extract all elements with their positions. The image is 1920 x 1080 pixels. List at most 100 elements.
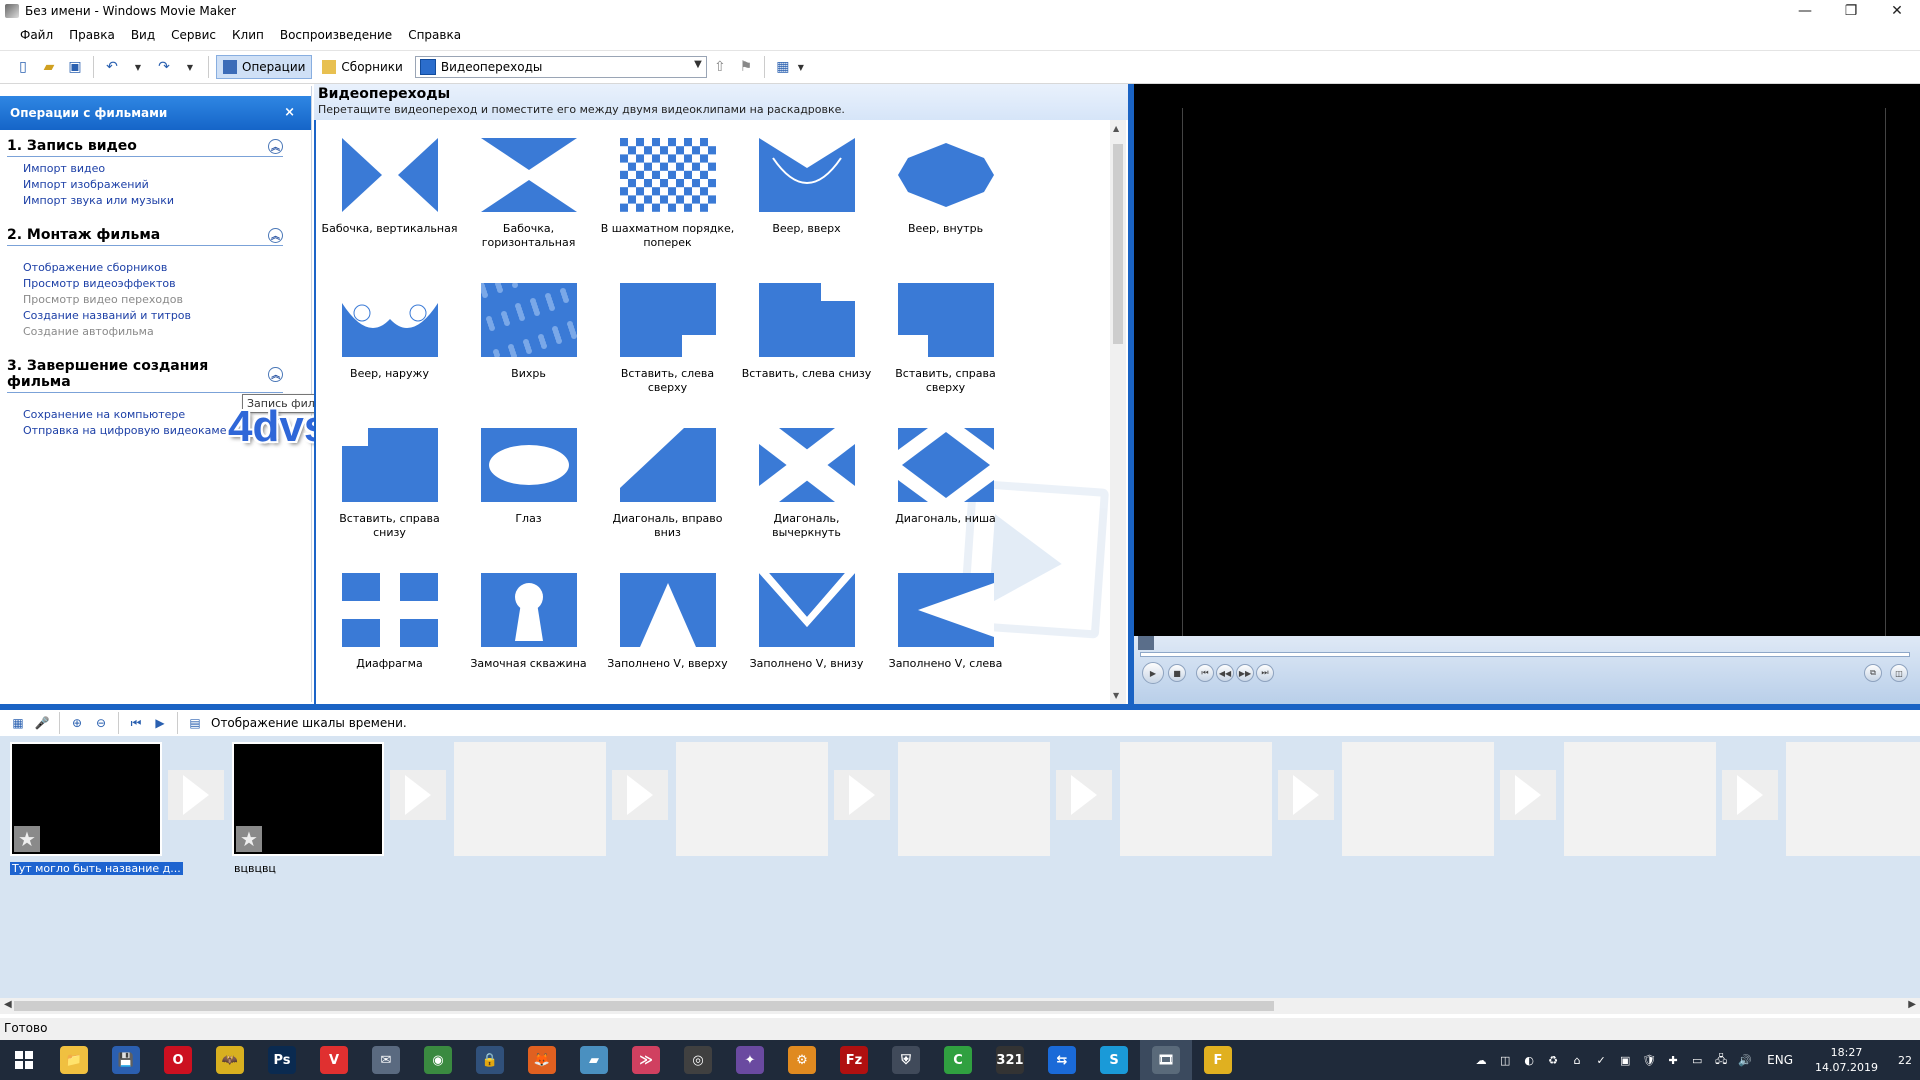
taskbar-obs[interactable]: ◎ (672, 1040, 724, 1080)
clip-name[interactable]: Тут могло быть название д... (10, 862, 183, 875)
tray-icon[interactable]: ⌂ (1569, 1052, 1585, 1068)
scrollbar-thumb[interactable] (14, 1001, 1274, 1011)
seek-bar[interactable] (1140, 652, 1910, 657)
zoom-out-icon[interactable]: ⊖ (93, 715, 109, 731)
taskbar-save-app[interactable]: 💾 (100, 1040, 152, 1080)
menu-file[interactable]: Файл (12, 28, 61, 42)
next-frame-icon[interactable]: ⏭ (1256, 664, 1274, 682)
view-mode-icon[interactable]: ▦ (774, 58, 792, 76)
transition-slot[interactable] (1056, 770, 1112, 820)
taskbar-file-explorer[interactable]: 📁 (48, 1040, 100, 1080)
transition-tile[interactable]: Замочная скважина (459, 567, 598, 698)
collapse-chevron-icon[interactable]: ︽ (268, 138, 283, 154)
transition-tile[interactable]: Диафрагма (320, 567, 459, 698)
taskbar-skype[interactable]: S (1088, 1040, 1140, 1080)
menu-playback[interactable]: Воспроизведение (272, 28, 400, 42)
task-link[interactable]: Импорт видео (23, 161, 311, 177)
task-link[interactable]: Импорт звука или музыки (23, 193, 311, 209)
transition-tile[interactable]: Вставить, справа снизу (320, 422, 459, 553)
task-link[interactable]: Импорт изображений (23, 177, 311, 193)
transition-tile[interactable]: Глаз (459, 422, 598, 553)
effect-star-icon[interactable]: ★ (236, 826, 262, 852)
taskbar-clapper-app[interactable]: 321 (984, 1040, 1036, 1080)
view-mode-dropdown-icon[interactable]: ▼ (792, 58, 810, 76)
transition-tile[interactable]: Вставить, слева сверху (598, 277, 737, 408)
tray-icon[interactable]: ▣ (1617, 1052, 1633, 1068)
transition-tile[interactable]: Бабочка, горизонтальная (459, 132, 598, 263)
section-title[interactable]: 1. Запись видео ︽ (7, 138, 283, 157)
language-indicator[interactable]: ENG (1767, 1053, 1793, 1067)
menu-clip[interactable]: Клип (224, 28, 272, 42)
scroll-up-icon[interactable]: ▲ (1113, 124, 1119, 133)
taskbar-video-app[interactable]: ✦ (724, 1040, 776, 1080)
new-collection-icon[interactable]: ⚑ (737, 58, 755, 76)
rewind-icon[interactable]: ◀◀ (1216, 664, 1234, 682)
empty-clip-slot[interactable] (898, 742, 1050, 856)
taskbar-vivaldi[interactable]: V (308, 1040, 360, 1080)
section-title[interactable]: 2. Монтаж фильма ︽ (7, 227, 283, 246)
taskbar-keepass[interactable]: 🔒 (464, 1040, 516, 1080)
timeline-icon[interactable]: ▤ (187, 715, 203, 731)
tray-icon[interactable]: ◫ (1497, 1052, 1513, 1068)
stop-icon[interactable]: ■ (1168, 664, 1186, 682)
section-title[interactable]: 3. Завершение создания фильма ︽ (7, 358, 283, 393)
scroll-down-icon[interactable]: ▼ (1113, 691, 1119, 700)
taskbar-media-app[interactable]: ≫ (620, 1040, 672, 1080)
previous-frame-icon[interactable]: ⏮ (1196, 664, 1214, 682)
scrollbar-thumb[interactable] (1113, 144, 1123, 344)
notification-center[interactable]: 22 (1890, 1054, 1920, 1067)
taskbar-filezilla[interactable]: Fz (828, 1040, 880, 1080)
taskbar-shield-app[interactable]: ⛨ (880, 1040, 932, 1080)
menu-tools[interactable]: Сервис (163, 28, 224, 42)
tray-icon[interactable]: 🛡 (1641, 1052, 1657, 1068)
menu-edit[interactable]: Правка (61, 28, 123, 42)
empty-clip-slot[interactable] (1564, 742, 1716, 856)
taskbar-teamviewer[interactable]: ⇆ (1036, 1040, 1088, 1080)
tray-icon[interactable]: 🖧 (1713, 1052, 1729, 1068)
zoom-in-icon[interactable]: ⊕ (69, 715, 85, 731)
redo-icon[interactable]: ↷ (155, 58, 173, 76)
collapse-chevron-icon[interactable]: ︽ (268, 366, 283, 382)
clip-name[interactable]: вцвцвц (232, 862, 278, 875)
scroll-right-icon[interactable]: ▶ (1908, 999, 1916, 1010)
tray-icon[interactable]: ▭ (1689, 1052, 1705, 1068)
empty-clip-slot[interactable] (676, 742, 828, 856)
taskbar-photoshop[interactable]: Ps (256, 1040, 308, 1080)
collection-select[interactable]: Видеопереходы ▼ (414, 56, 707, 78)
split-clip-icon[interactable]: ⧉ (1864, 664, 1882, 682)
horizontal-scrollbar[interactable]: ◀ ▶ (0, 998, 1920, 1014)
taskbar-firefox[interactable]: 🦊 (516, 1040, 568, 1080)
transition-slot[interactable] (1500, 770, 1556, 820)
redo-dropdown-icon[interactable]: ▼ (181, 58, 199, 76)
transition-tile[interactable]: В шахматном порядке, поперек (598, 132, 737, 263)
restore-button[interactable]: ❐ (1828, 0, 1874, 22)
snapshot-icon[interactable]: ◫ (1890, 664, 1908, 682)
transition-tile[interactable]: Диагональ, ниша (876, 422, 1015, 553)
show-timeline-button[interactable]: Отображение шкалы времени. (211, 716, 407, 730)
undo-dropdown-icon[interactable]: ▼ (129, 58, 147, 76)
transition-tile[interactable]: Диагональ, вычеркнуть (737, 422, 876, 553)
task-link[interactable]: Отображение сборников (23, 260, 311, 276)
tray-icon[interactable]: ☁ (1473, 1052, 1489, 1068)
collapse-chevron-icon[interactable]: ︽ (268, 227, 283, 243)
taskbar-far-manager[interactable]: F (1192, 1040, 1244, 1080)
empty-clip-slot[interactable] (454, 742, 606, 856)
transition-tile[interactable]: Заполнено V, внизу (737, 567, 876, 698)
transition-slot[interactable] (1722, 770, 1778, 820)
taskbar-camtasia[interactable]: C (932, 1040, 984, 1080)
transition-tile[interactable]: Заполнено V, вверху (598, 567, 737, 698)
play-storyboard-icon[interactable]: ▶ (152, 715, 168, 731)
tray-icon[interactable]: ♻ (1545, 1052, 1561, 1068)
forward-icon[interactable]: ▶▶ (1236, 664, 1254, 682)
effect-star-icon[interactable]: ★ (14, 826, 40, 852)
transition-tile[interactable]: Диагональ, вправо вниз (598, 422, 737, 553)
taskbar-notes-app[interactable]: ▰ (568, 1040, 620, 1080)
transition-tile[interactable]: Веер, вверх (737, 132, 876, 263)
clock[interactable]: 18:27 14.07.2019 (1815, 1045, 1878, 1075)
transition-tile[interactable]: Веер, наружу (320, 277, 459, 408)
new-project-icon[interactable]: ▯ (14, 58, 32, 76)
transition-tile[interactable]: Вставить, справа сверху (876, 277, 1015, 408)
taskbar-batman-app[interactable]: 🦇 (204, 1040, 256, 1080)
transition-slot[interactable] (390, 770, 446, 820)
save-project-icon[interactable]: ▣ (66, 58, 84, 76)
